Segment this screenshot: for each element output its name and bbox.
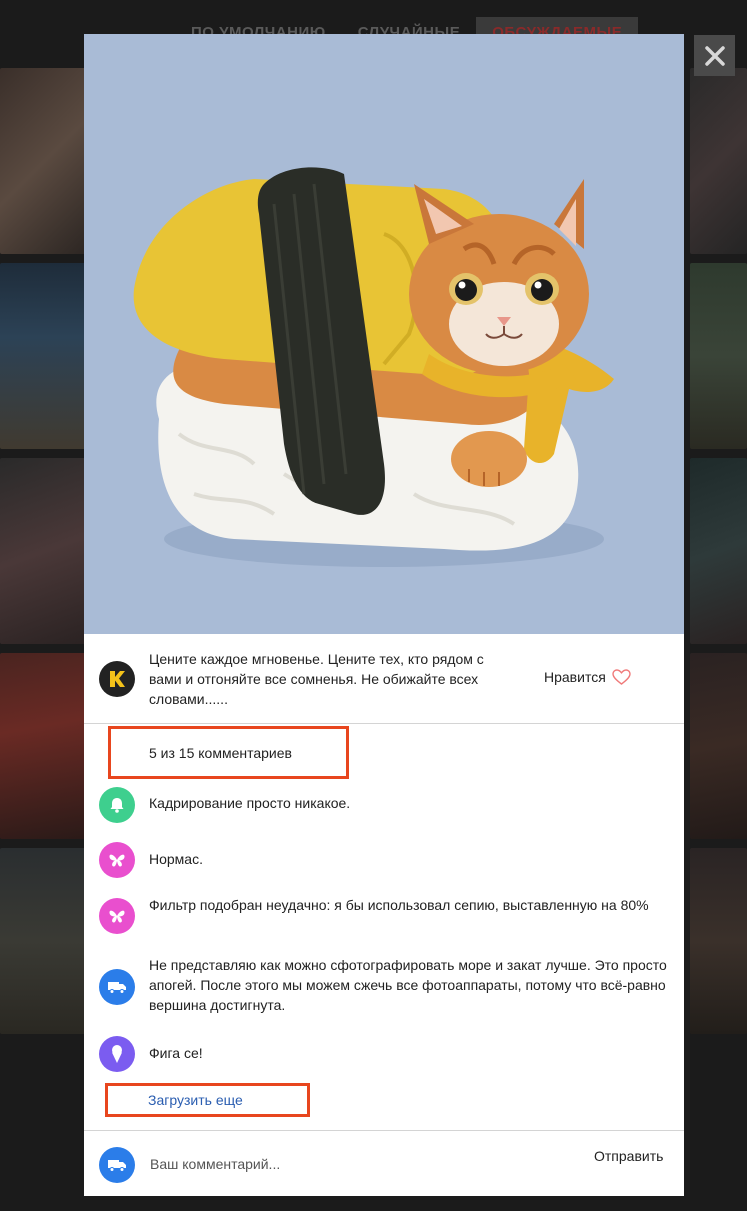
photo-modal: Цените каждое мгновенье. Цените тех, кто… [84,34,684,1196]
k-logo-icon [110,671,125,687]
background-photo [0,653,90,839]
comment: Фига се! [84,1036,684,1076]
avatar[interactable] [99,969,135,1005]
background-photo [0,848,90,1034]
like-button[interactable]: Нравится [544,669,631,685]
comment-text: Не представляю как можно сфотографироват… [149,957,667,1013]
send-button[interactable]: Отправить [594,1148,663,1164]
comment-text: Кадрирование просто никакое. [149,795,351,811]
background-photo [0,458,90,644]
load-more-button[interactable]: Загрузить еще [105,1083,310,1117]
page: ПО УМОЛЧАНИЮ СЛУЧАЙНЫЕ ОБСУЖДАЕМЫЕ Ценит… [0,0,747,1211]
truck-icon [108,1160,126,1172]
cat-sushi-image [133,167,614,567]
avatar[interactable] [99,898,135,934]
comment: Нормас. [84,840,684,880]
comment-text: Фига се! [149,1045,203,1061]
bell-icon [110,798,124,813]
background-photo [0,263,90,449]
background-photo [690,458,747,644]
comment-text: Фильтр подобран неудачно: я бы использов… [149,897,649,913]
post-text: Цените каждое мгновенье. Цените тех, кто… [149,651,484,707]
avatar[interactable] [99,787,135,823]
comment: Фильтр подобран неудачно: я бы использов… [84,896,684,940]
icecream-icon [112,1045,122,1063]
background-photo [690,848,747,1034]
heart-icon [612,669,631,685]
background-photo [690,653,747,839]
comment-composer: Отправить [84,1130,684,1196]
comment: Не представляю как можно сфотографироват… [84,957,684,1028]
comments-count: 5 из 15 комментариев [108,726,349,779]
post-caption: Цените каждое мгновенье. Цените тех, кто… [84,634,684,724]
comment-input[interactable] [144,1149,544,1179]
photo [84,34,684,634]
author-avatar[interactable] [99,661,135,697]
butterfly-icon [109,854,125,867]
comment-text: Нормас. [149,851,203,867]
close-button[interactable] [694,35,735,76]
comment: Кадрирование просто никакое. [84,784,684,824]
background-photo [690,68,747,254]
background-photo [690,263,747,449]
avatar[interactable] [99,842,135,878]
current-user-avatar[interactable] [99,1147,135,1183]
butterfly-icon [109,910,125,923]
truck-icon [108,982,126,994]
close-icon [704,45,725,66]
avatar[interactable] [99,1036,135,1072]
background-photo [0,68,90,254]
like-label: Нравится [544,669,606,685]
